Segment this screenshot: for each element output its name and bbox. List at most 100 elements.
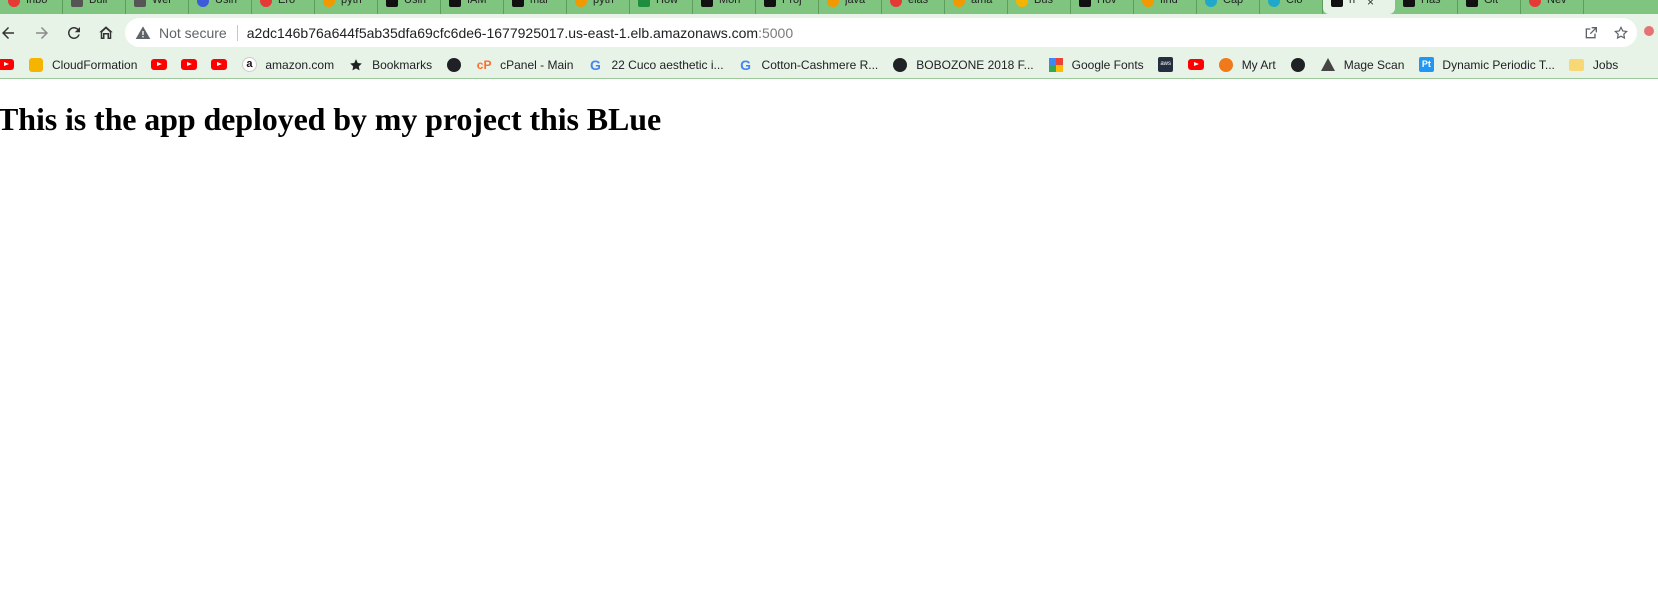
bookmark-item[interactable]: BOBOZONE 2018 F... bbox=[886, 53, 1039, 77]
tab[interactable]: IAM bbox=[441, 0, 504, 14]
bookmark-label: My Art bbox=[1241, 57, 1276, 72]
youtube-icon bbox=[181, 57, 198, 73]
stackoverflow-icon bbox=[827, 0, 839, 7]
bookmark-star-icon[interactable] bbox=[1613, 25, 1629, 41]
aws-icon: aws bbox=[1158, 57, 1174, 73]
google-icon: G bbox=[590, 56, 601, 73]
tab-title: Git bbox=[1484, 0, 1499, 6]
tab-title: IAM bbox=[467, 0, 487, 6]
bookmark-item[interactable]: a amazon.com bbox=[235, 53, 340, 77]
tab[interactable]: mar bbox=[504, 0, 567, 14]
cloud-icon bbox=[1205, 0, 1217, 7]
bookmark-item[interactable]: G Cotton-Cashmere R... bbox=[732, 53, 885, 77]
bookmark-item[interactable]: My Art bbox=[1212, 53, 1282, 77]
bookmark-item[interactable]: Mage Scan bbox=[1314, 53, 1411, 77]
url-host[interactable]: a2dc146b76a644f5ab35dfa69cfc6de6-1677925… bbox=[247, 25, 758, 41]
tab-title: ama bbox=[971, 0, 993, 6]
tab-active[interactable]: h × bbox=[1323, 0, 1395, 14]
github-icon bbox=[512, 0, 524, 7]
home-icon bbox=[99, 25, 113, 39]
tab[interactable]: Bus bbox=[1008, 0, 1071, 14]
tab[interactable]: find bbox=[1134, 0, 1197, 14]
tab[interactable]: Buil bbox=[63, 0, 126, 14]
google-icon: G bbox=[740, 56, 751, 73]
star-icon bbox=[348, 57, 364, 73]
bookmarks-bar: CloudFormation a amazon.com Bookmarks cP cPan… bbox=[0, 51, 1658, 79]
close-tab-icon[interactable]: × bbox=[1367, 0, 1374, 9]
tab[interactable]: Git bbox=[1458, 0, 1521, 14]
omnibox-divider bbox=[236, 24, 238, 41]
github-icon bbox=[1331, 0, 1343, 7]
tab[interactable]: Hov bbox=[1071, 0, 1134, 14]
amazon-icon: a bbox=[241, 57, 257, 73]
address-bar[interactable]: Not secure a2dc146b76a644f5ab35dfa69cfc6… bbox=[125, 18, 1637, 47]
youtube-icon bbox=[211, 57, 228, 73]
tab[interactable]: Nev bbox=[1521, 0, 1584, 14]
error-icon bbox=[260, 0, 272, 7]
reload-icon bbox=[67, 26, 80, 39]
tab-title: find bbox=[1160, 0, 1178, 6]
forward-button[interactable] bbox=[28, 19, 56, 47]
bookmark-item[interactable]: Google Fonts bbox=[1042, 53, 1150, 77]
tab[interactable]: Has bbox=[1395, 0, 1458, 14]
tab-title: How bbox=[656, 0, 679, 6]
tab[interactable]: Inbo bbox=[0, 0, 63, 14]
security-status[interactable]: Not secure bbox=[159, 25, 227, 41]
bookmark-item[interactable]: G 22 Cuco aesthetic i... bbox=[581, 53, 729, 77]
url-port[interactable]: :5000 bbox=[758, 25, 793, 41]
tab-title: Proj bbox=[782, 0, 802, 6]
bookmark-item-icon-only[interactable] bbox=[175, 53, 203, 77]
home-button[interactable] bbox=[92, 19, 120, 47]
tab-title: Hov bbox=[1097, 0, 1117, 6]
tab[interactable]: ama bbox=[945, 0, 1008, 14]
bookmark-item-icon-only[interactable] bbox=[1182, 53, 1210, 77]
share-icon[interactable] bbox=[1583, 25, 1599, 41]
warning-icon[interactable] bbox=[135, 25, 151, 41]
bookmark-item-icon-only[interactable] bbox=[145, 53, 173, 77]
bookmark-item-icon-only[interactable] bbox=[440, 53, 468, 77]
tab-title: Cap bbox=[1223, 0, 1244, 6]
mon-icon bbox=[701, 0, 713, 7]
tab[interactable]: pyth bbox=[315, 0, 378, 14]
bookmark-item-icon-only[interactable]: aws bbox=[1152, 53, 1180, 77]
bookmark-item[interactable]: Bookmarks bbox=[342, 53, 438, 77]
bookmark-item-icon-only[interactable] bbox=[1284, 53, 1312, 77]
bookmark-item[interactable]: CloudFormation bbox=[22, 53, 143, 77]
tab[interactable]: How bbox=[630, 0, 693, 14]
tab[interactable]: Proj bbox=[756, 0, 819, 14]
jenkins-icon bbox=[71, 0, 83, 7]
bookmark-label: BOBOZONE 2018 F... bbox=[916, 57, 1034, 72]
bookmark-item-icon-only[interactable] bbox=[205, 53, 233, 77]
extension-icon[interactable] bbox=[1642, 24, 1656, 38]
bookmark-item[interactable]: Pt Dynamic Periodic T... bbox=[1412, 53, 1560, 77]
tab[interactable]: elas bbox=[882, 0, 945, 14]
jenkins-icon bbox=[134, 0, 146, 7]
tab[interactable]: Cap bbox=[1197, 0, 1260, 14]
tab[interactable]: Usin bbox=[378, 0, 441, 14]
bookmark-item[interactable]: cP cPanel - Main bbox=[470, 53, 579, 77]
page-content: This is the app deployed by my project t… bbox=[0, 80, 1658, 589]
tab-title: Ero bbox=[278, 0, 296, 6]
bookmark-item-icon-only[interactable] bbox=[0, 53, 20, 77]
github-icon bbox=[386, 0, 398, 7]
tab[interactable]: pyth bbox=[567, 0, 630, 14]
reload-button[interactable] bbox=[60, 19, 88, 47]
cloud-icon bbox=[1268, 0, 1280, 7]
youtube-icon bbox=[0, 57, 14, 73]
bookmark-label: Mage Scan bbox=[1343, 57, 1405, 72]
error-icon bbox=[890, 0, 902, 7]
browser-toolbar: Not secure a2dc146b76a644f5ab35dfa69cfc6… bbox=[0, 14, 1658, 51]
back-button[interactable] bbox=[0, 19, 22, 47]
tab[interactable]: Clo bbox=[1260, 0, 1323, 14]
globe-icon bbox=[1290, 57, 1306, 73]
tab-title: Has bbox=[1421, 0, 1441, 6]
bookmark-item[interactable]: Jobs bbox=[1563, 53, 1624, 77]
tab[interactable]: Ero bbox=[252, 0, 315, 14]
tab[interactable]: Wel bbox=[126, 0, 189, 14]
tab[interactable]: java bbox=[819, 0, 882, 14]
tab[interactable]: Mon bbox=[693, 0, 756, 14]
arrow-right-icon bbox=[36, 26, 48, 39]
tab[interactable]: Usin bbox=[189, 0, 252, 14]
myart-icon bbox=[1218, 57, 1234, 73]
stackoverflow-icon bbox=[953, 0, 965, 7]
